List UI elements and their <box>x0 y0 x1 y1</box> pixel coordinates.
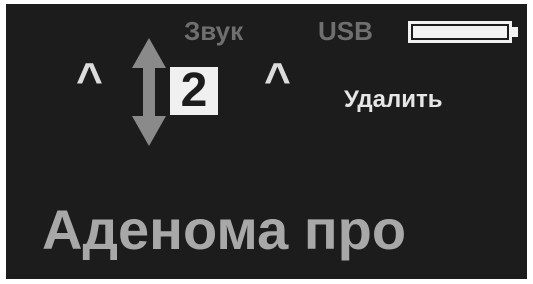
message-text: Аденома про <box>42 198 407 261</box>
usb-label: USB <box>318 16 373 46</box>
delete-button[interactable]: Удалить <box>344 88 443 112</box>
right-caret[interactable]: ^ <box>264 56 291 102</box>
sound-label: Звук <box>184 16 244 46</box>
battery-icon <box>408 21 518 43</box>
left-caret[interactable]: ^ <box>76 56 103 102</box>
up-down-arrow-icon[interactable] <box>132 38 166 146</box>
device-screen: Звук USB ^ 2 ^ Удалить Аденома про <box>6 4 527 279</box>
selected-digit[interactable]: 2 <box>170 67 218 115</box>
battery-level-fill <box>413 26 507 38</box>
